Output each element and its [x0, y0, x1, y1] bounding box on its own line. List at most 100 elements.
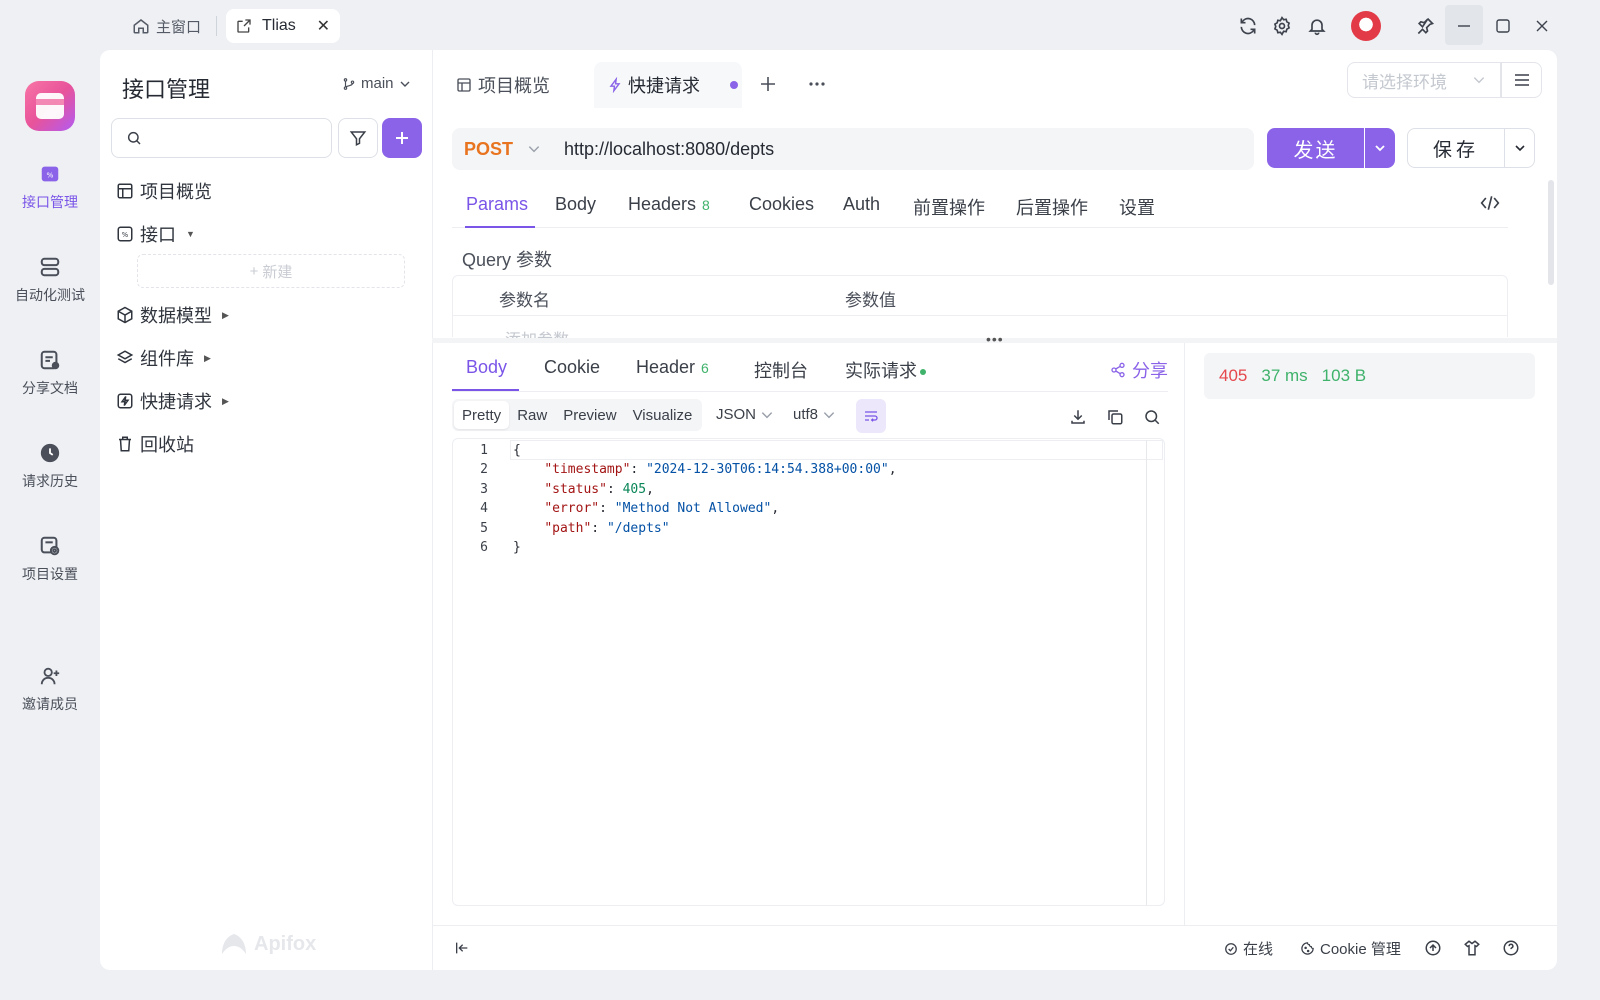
maximize-icon[interactable] [1488, 11, 1518, 41]
tab-settings[interactable]: 设置 [1119, 194, 1155, 220]
tab-quick-request[interactable]: 快捷请求 [594, 62, 742, 108]
help-icon[interactable] [1500, 937, 1522, 959]
sidebar-search[interactable] [111, 118, 332, 158]
settings-icon[interactable] [1267, 11, 1297, 41]
response-tabs: Body Cookie Header 6 控制台 实际请求 [452, 345, 1168, 392]
method-select[interactable]: POST [452, 139, 548, 160]
tree-item-quick-request[interactable]: 快捷请求 ▶ [116, 388, 229, 414]
tree-item-api[interactable]: % 接口 ▼ [116, 221, 195, 247]
chevron-down-icon [760, 408, 774, 422]
send-dropdown-button[interactable] [1365, 128, 1395, 168]
filter-icon [349, 129, 367, 147]
refresh-icon[interactable] [1233, 11, 1263, 41]
collapse-sidebar-icon[interactable] [451, 937, 473, 959]
json-key: "timestamp" [544, 462, 631, 477]
format-toggle-group: Pretty Raw Preview Visualize [452, 399, 702, 431]
caret-right-icon: ▶ [222, 309, 229, 320]
tab-cookies[interactable]: Cookies [749, 194, 814, 215]
plus-icon [759, 75, 777, 93]
line-number: 3 [480, 482, 488, 497]
bell-icon[interactable] [1302, 11, 1332, 41]
tab-label: 快捷请求 [628, 76, 700, 96]
encoding-select[interactable]: utf8 [793, 406, 836, 423]
tree-item-component-lib[interactable]: 组件库 ▶ [116, 345, 211, 371]
cookie-management[interactable]: Cookie 管理 [1300, 938, 1401, 959]
search-input[interactable] [150, 123, 330, 153]
share-button[interactable]: 分享 [1110, 357, 1168, 383]
more-tabs-button[interactable] [805, 72, 829, 96]
nav-label: 请求历史 [22, 473, 78, 489]
online-status[interactable]: 在线 [1224, 938, 1273, 959]
tab-home-window[interactable]: 主窗口 [124, 10, 209, 42]
format-raw[interactable]: Raw [509, 401, 555, 429]
filter-button[interactable] [338, 118, 378, 158]
code-snippet-icon[interactable] [1480, 194, 1500, 212]
nav-label: 分享文档 [22, 380, 78, 396]
environment-menu-button[interactable] [1501, 62, 1542, 98]
apifox-logo-icon [220, 932, 248, 956]
col-param-name: 参数名 [499, 291, 550, 310]
tab-project-tlias[interactable]: Tlias ✕ [226, 9, 340, 43]
tree-item-data-model[interactable]: 数据模型 ▶ [116, 302, 229, 328]
language-select[interactable]: JSON [716, 406, 774, 423]
avatar[interactable] [1351, 11, 1381, 41]
tree-item-recycle-bin[interactable]: 回收站 [116, 431, 194, 457]
nav-automation-test[interactable]: 自动化测试 [0, 256, 100, 305]
home-icon [132, 17, 150, 35]
tab-console[interactable]: 控制台 [754, 357, 808, 383]
nav-request-history[interactable]: 请求历史 [0, 442, 100, 491]
send-button[interactable]: 发送 [1267, 128, 1364, 168]
tab-pre-script[interactable]: 前置操作 [913, 194, 985, 220]
tab-close-icon[interactable]: ✕ [317, 16, 330, 36]
code-line: } [513, 540, 521, 555]
json-key: "status" [544, 482, 607, 497]
new-tab-button[interactable] [756, 72, 780, 96]
save-dropdown-button[interactable] [1505, 128, 1535, 168]
format-visualize[interactable]: Visualize [625, 401, 701, 429]
upload-icon[interactable] [1422, 937, 1444, 959]
tab-params[interactable]: Params [466, 194, 528, 215]
format-preview[interactable]: Preview [555, 401, 624, 429]
tab-response-cookie[interactable]: Cookie [544, 357, 600, 378]
tree-item-overview[interactable]: 项目概览 [116, 178, 212, 204]
query-table-header: 参数名 参数值 [453, 276, 1507, 316]
tab-auth[interactable]: Auth [843, 194, 880, 215]
word-wrap-toggle[interactable] [856, 399, 886, 433]
format-pretty[interactable]: Pretty [454, 401, 510, 429]
tree-label: 组件库 [140, 349, 194, 369]
nav-share-docs[interactable]: 分享文档 [0, 349, 100, 398]
search-icon[interactable] [1140, 405, 1164, 429]
tab-body[interactable]: Body [555, 194, 596, 215]
chevron-down-icon [1374, 142, 1386, 154]
close-icon[interactable] [1527, 11, 1557, 41]
add-param-placeholder[interactable]: 添加参数 [505, 326, 569, 338]
pin-icon[interactable] [1410, 11, 1440, 41]
url-input[interactable]: http://localhost:8080/depts [564, 139, 774, 160]
share-icon [1110, 362, 1126, 378]
json-key: "error" [544, 501, 600, 516]
nav-invite-members[interactable]: 邀请成员 [0, 665, 100, 714]
tab-actual-request[interactable]: 实际请求 [845, 357, 926, 383]
tab-post-script[interactable]: 后置操作 [1016, 194, 1088, 220]
tab-headers[interactable]: Headers 8 [628, 194, 710, 215]
history-icon [39, 442, 61, 464]
environment-select[interactable]: 请选择环境 [1347, 62, 1501, 98]
editor-scrollbar[interactable] [1146, 440, 1147, 905]
tab-response-header[interactable]: Header 6 [636, 357, 709, 378]
copy-icon[interactable] [1103, 405, 1127, 429]
minimize-icon[interactable] [1449, 11, 1479, 41]
json-value-error: "Method Not Allowed" [614, 501, 772, 516]
shirt-theme-icon[interactable] [1461, 937, 1483, 959]
download-icon[interactable] [1066, 405, 1090, 429]
tab-project-overview[interactable]: 项目概览 [456, 62, 550, 108]
request-scrollbar[interactable] [1548, 180, 1554, 285]
new-api-placeholder[interactable]: + 新建 [137, 254, 405, 288]
branch-selector[interactable]: main [342, 75, 411, 92]
nav-api-management[interactable]: % 接口管理 [0, 163, 100, 212]
nav-project-settings[interactable]: 项目设置 [0, 535, 100, 584]
save-button[interactable]: 保存 [1407, 128, 1505, 168]
add-button[interactable] [382, 118, 422, 158]
layers-icon [116, 349, 134, 367]
chevron-down-icon [1472, 73, 1486, 87]
tab-response-body[interactable]: Body [466, 357, 507, 378]
